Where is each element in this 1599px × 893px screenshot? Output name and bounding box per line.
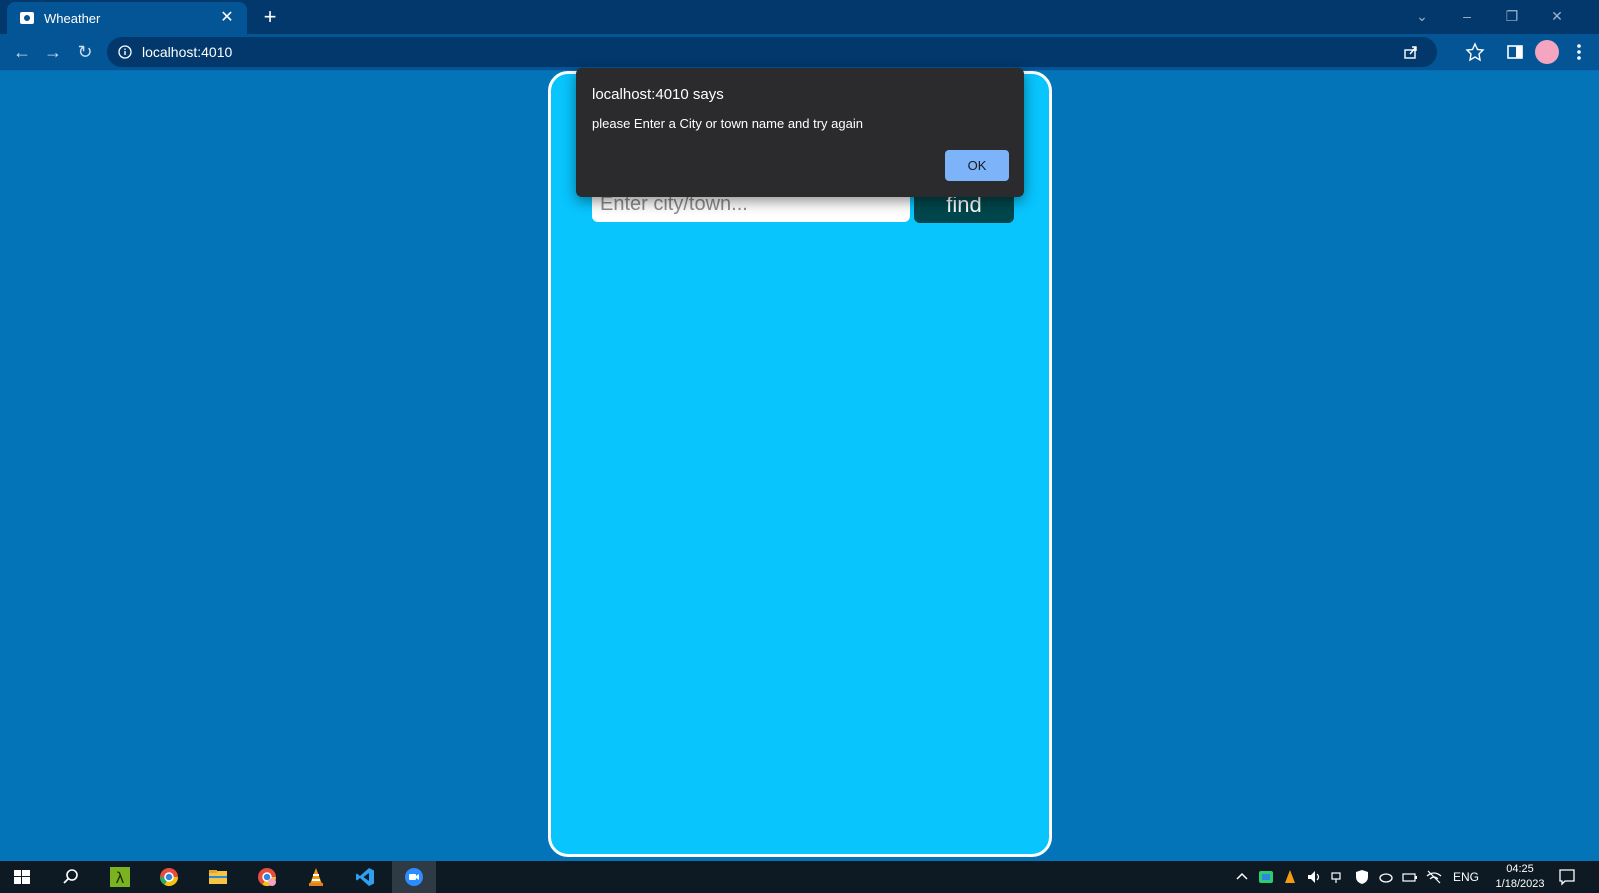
- taskbar-chrome[interactable]: [147, 861, 191, 893]
- menu-kebab-icon[interactable]: [1569, 42, 1589, 62]
- tab-title: Wheather: [44, 11, 101, 26]
- share-icon[interactable]: [1402, 43, 1420, 61]
- tray-app-icon[interactable]: [1258, 869, 1274, 885]
- browser-toolbar: ← → ↻ localhost:4010: [0, 34, 1599, 71]
- chrome-icon: [160, 868, 178, 887]
- taskbar-chrome-profile[interactable]: [245, 861, 289, 893]
- chrome-profile-icon: [258, 868, 276, 887]
- taskbar: λ ENG 04:25 1/18/2023: [0, 861, 1599, 893]
- clock-date: 1/18/2023: [1495, 878, 1545, 890]
- reload-icon[interactable]: ↻: [73, 40, 97, 64]
- network-icon[interactable]: [1330, 869, 1346, 885]
- input-language[interactable]: ENG: [1453, 870, 1479, 884]
- taskbar-search-button[interactable]: [49, 861, 93, 893]
- bookmark-star-icon[interactable]: [1465, 42, 1485, 62]
- taskbar-zoom[interactable]: [392, 861, 436, 893]
- cloud-icon[interactable]: [1378, 869, 1394, 885]
- notification-center-icon[interactable]: [1558, 868, 1576, 886]
- new-tab-icon[interactable]: +: [259, 6, 281, 28]
- show-hidden-icons-chevron-icon[interactable]: [1234, 869, 1250, 885]
- weather-favicon-icon: [20, 12, 34, 24]
- alert-dialog: localhost:4010 says please Enter a City …: [576, 68, 1024, 197]
- side-panel-icon[interactable]: [1505, 42, 1525, 62]
- tab-strip: Wheather ✕ + ⌄ – ❐ ✕: [0, 0, 1599, 34]
- alert-message: please Enter a City or town name and try…: [592, 116, 863, 131]
- lambda-icon: λ: [110, 867, 130, 887]
- svg-text:λ: λ: [116, 869, 125, 887]
- video-camera-icon: [405, 868, 423, 886]
- taskbar-file-explorer[interactable]: [196, 861, 240, 893]
- restore-icon[interactable]: ❐: [1500, 6, 1524, 26]
- alert-ok-button[interactable]: OK: [945, 150, 1009, 181]
- profile-avatar[interactable]: [1535, 40, 1559, 64]
- vlc-cone-icon: [309, 868, 323, 886]
- system-clock[interactable]: 04:25 1/18/2023: [1490, 862, 1550, 892]
- wifi-off-icon[interactable]: [1426, 869, 1442, 885]
- address-bar[interactable]: localhost:4010: [107, 37, 1437, 67]
- forward-icon[interactable]: →: [41, 40, 65, 64]
- back-icon[interactable]: ←: [10, 40, 34, 64]
- url-text: localhost:4010: [142, 44, 233, 60]
- tab-close-icon[interactable]: ✕: [217, 8, 237, 28]
- taskbar-vscode[interactable]: [343, 861, 387, 893]
- clock-time: 04:25: [1506, 863, 1534, 875]
- alert-title: localhost:4010 says: [592, 86, 724, 103]
- minimize-icon[interactable]: –: [1455, 6, 1479, 26]
- start-button[interactable]: [0, 861, 44, 893]
- vscode-icon: [356, 868, 374, 886]
- search-icon: [63, 869, 78, 884]
- volume-icon[interactable]: [1306, 869, 1322, 885]
- windows-logo-icon: [14, 870, 30, 884]
- taskbar-lambda-app[interactable]: λ: [98, 861, 142, 893]
- folder-icon: [209, 870, 227, 884]
- taskbar-vlc[interactable]: [294, 861, 338, 893]
- tray-vlc-icon[interactable]: [1282, 869, 1298, 885]
- battery-icon[interactable]: [1402, 869, 1418, 885]
- browser-tab[interactable]: Wheather ✕: [7, 2, 247, 34]
- security-shield-icon[interactable]: [1354, 869, 1370, 885]
- site-info-icon[interactable]: [118, 45, 132, 59]
- close-window-icon[interactable]: ✕: [1545, 6, 1569, 26]
- tab-search-icon[interactable]: ⌄: [1410, 6, 1434, 26]
